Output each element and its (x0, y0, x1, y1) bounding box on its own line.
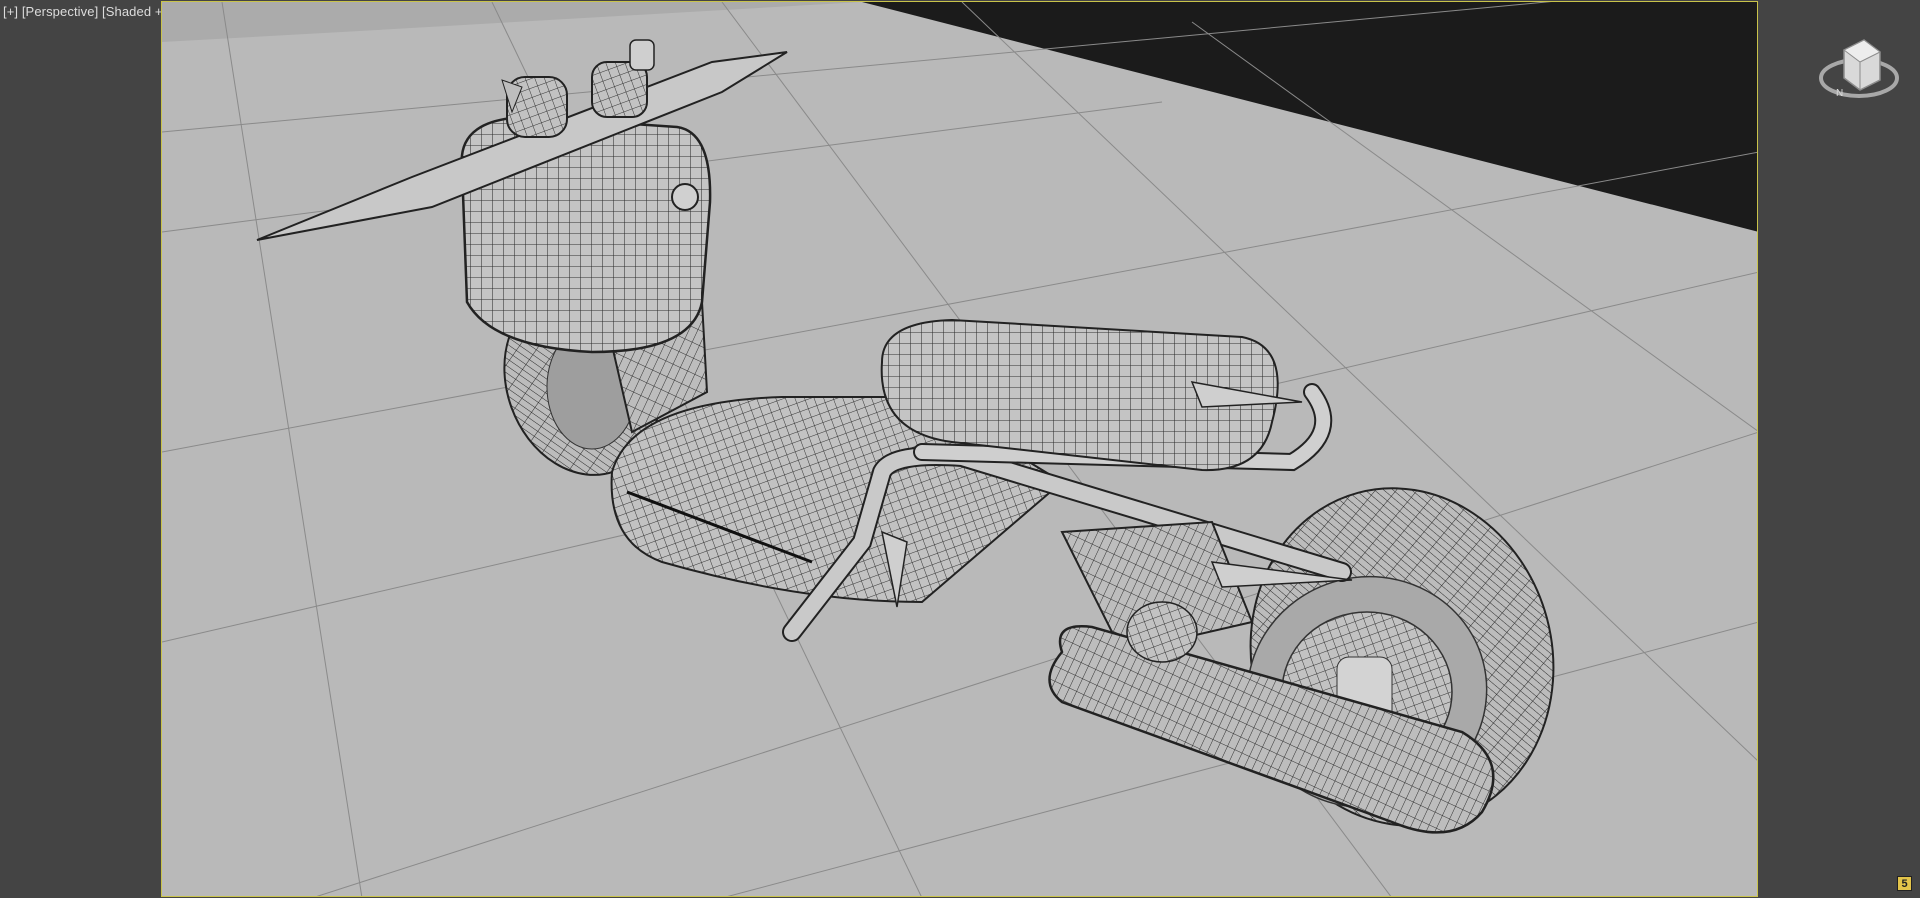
corner-badge[interactable]: 5 (1897, 876, 1912, 891)
compass-north-label: N (1836, 88, 1844, 99)
viewport-view-menu[interactable]: [Perspective] (22, 4, 98, 19)
viewport-menu-button[interactable]: [+] (3, 4, 18, 19)
viewcube-icon (1819, 39, 1899, 98)
perspective-viewport[interactable] (161, 1, 1758, 897)
viewcube[interactable]: N (1814, 30, 1904, 110)
scene-canvas (162, 2, 1757, 896)
